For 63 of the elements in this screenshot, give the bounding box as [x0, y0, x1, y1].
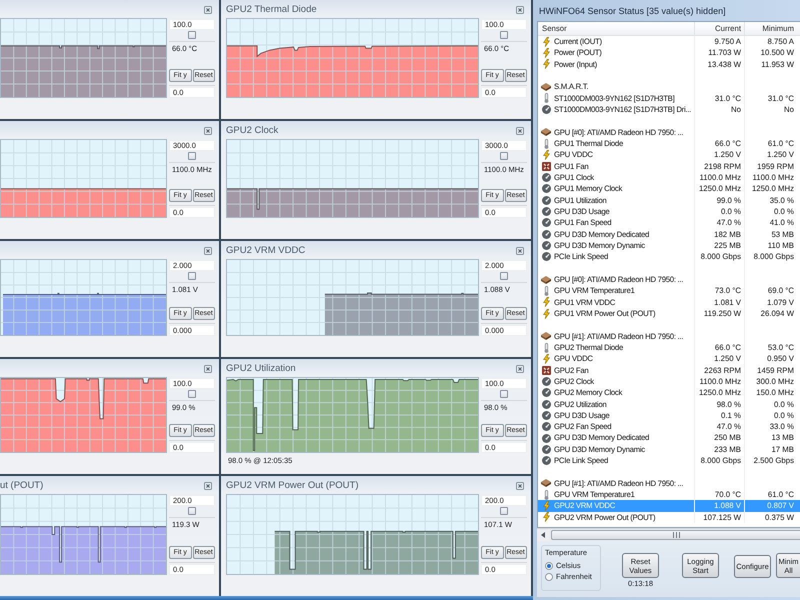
close-icon[interactable] [204, 246, 212, 254]
close-icon[interactable] [204, 126, 212, 134]
grip-icon [672, 532, 680, 538]
fan-icon [542, 366, 550, 375]
close-icon[interactable] [516, 364, 524, 372]
graph-title: ut (POUT) [0, 480, 44, 492]
close-icon[interactable] [516, 246, 524, 254]
gauge-icon [542, 400, 550, 409]
gauge-icon [542, 377, 550, 386]
graph-title: GPU2 Thermal Diode [226, 4, 317, 16]
close-icon[interactable] [204, 482, 212, 490]
graph-title: GPU2 VRM VDDC [226, 244, 306, 256]
gauge-icon [542, 173, 550, 182]
checkbox[interactable] [500, 272, 508, 280]
checkbox[interactable] [188, 507, 196, 515]
close-icon[interactable] [516, 126, 524, 134]
box-icon [541, 82, 551, 91]
box-icon [541, 332, 551, 340]
graph-title: GPU2 VRM Power Out (POUT) [226, 480, 358, 492]
bolt-icon [542, 150, 550, 160]
radio-button[interactable] [545, 562, 553, 570]
gauge-icon [542, 456, 550, 466]
checkbox[interactable] [500, 390, 508, 398]
gauge-icon [542, 218, 550, 228]
checkbox[interactable] [188, 31, 196, 39]
thermometer-icon [544, 490, 548, 500]
radio-button[interactable] [545, 572, 553, 580]
close-icon[interactable] [516, 6, 524, 14]
gauge-icon [542, 184, 550, 194]
thermometer-icon [544, 93, 548, 104]
checkbox[interactable] [188, 390, 196, 398]
gauge-icon [542, 422, 550, 432]
checkbox[interactable] [188, 152, 196, 160]
scrollbar-thumb[interactable] [551, 530, 800, 540]
thermometer-icon [544, 342, 548, 353]
window-title: HWiNFO64 Sensor Status [35 value(s) hidden] [539, 6, 726, 16]
arrow-left-icon [541, 532, 545, 538]
close-icon[interactable] [204, 364, 212, 372]
graph-title: GPU2 Clock [226, 124, 278, 136]
thermometer-icon [544, 138, 548, 149]
box-icon [541, 479, 551, 488]
gauge-icon [542, 105, 550, 114]
close-icon[interactable] [204, 6, 212, 14]
gauge-icon [542, 252, 550, 262]
gauge-icon [542, 207, 550, 216]
thermometer-icon [544, 286, 548, 296]
box-icon [541, 128, 551, 136]
gauge-icon [542, 410, 550, 420]
box-icon [541, 276, 551, 284]
gauge-icon [542, 434, 550, 443]
checkbox[interactable] [188, 272, 196, 280]
checkbox[interactable] [500, 507, 508, 515]
graph-title: GPU2 Utilization [226, 362, 296, 374]
gauge-icon [542, 230, 550, 239]
checkbox[interactable] [500, 152, 508, 160]
checkbox[interactable] [500, 31, 508, 39]
gauge-icon [542, 241, 550, 250]
gauge-icon [542, 388, 550, 398]
gauge-icon [542, 196, 550, 205]
gauge-icon [542, 444, 550, 454]
fan-icon [542, 162, 550, 171]
bolt-icon [542, 354, 550, 364]
close-icon[interactable] [516, 482, 524, 490]
